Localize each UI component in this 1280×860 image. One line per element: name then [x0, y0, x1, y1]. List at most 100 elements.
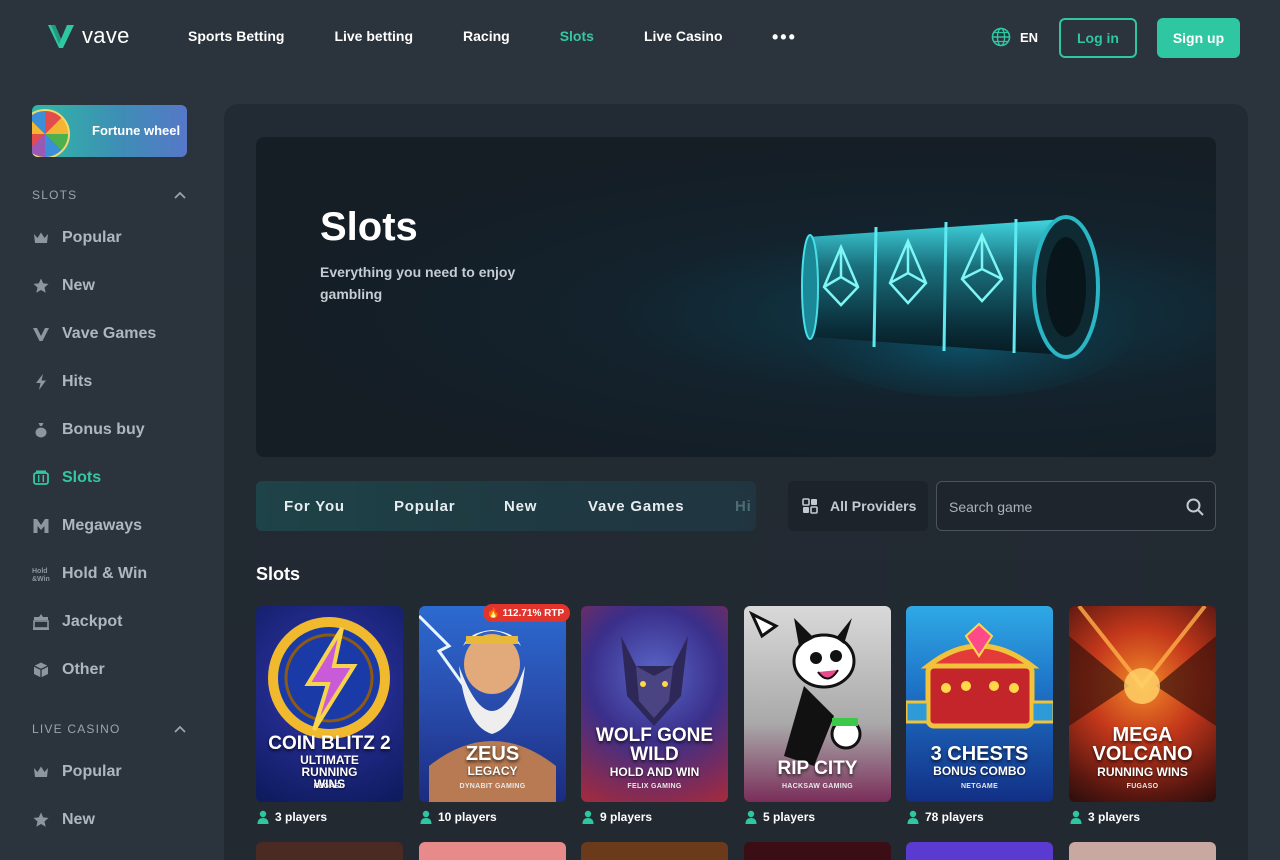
- sidebar-item-label: New: [62, 811, 95, 828]
- svg-text:&Win: &Win: [32, 576, 50, 583]
- vave-logo-icon: [48, 25, 74, 48]
- chevron-up-icon[interactable]: [174, 191, 186, 199]
- game-card-partial[interactable]: [419, 842, 566, 860]
- search-icon[interactable]: [1185, 497, 1205, 517]
- tab-for-you[interactable]: For You: [284, 498, 345, 515]
- sidebar-item-hits[interactable]: Hits: [32, 373, 92, 391]
- money-bag-icon: [35, 423, 47, 438]
- game-provider: NETGAME: [960, 783, 999, 790]
- game-title: WOLF GONE WILD: [595, 725, 714, 765]
- chevron-up-icon[interactable]: [174, 725, 186, 733]
- sidebar-item-live-popular[interactable]: Popular: [32, 763, 122, 781]
- star-icon: [33, 812, 49, 827]
- game-card-wolf-gone-wild[interactable]: WOLF GONE WILD HOLD AND WIN FELIX GAMING: [581, 606, 728, 802]
- sidebar-item-label: Hold & Win: [62, 565, 148, 582]
- game-card-partial[interactable]: [906, 842, 1053, 860]
- slot-machine-icon: [33, 470, 49, 485]
- signup-button[interactable]: Sign up: [1157, 18, 1240, 58]
- hero-subtitle: Everything you need to enjoy gambling: [320, 264, 516, 302]
- user-icon: [582, 810, 594, 824]
- category-tabs: For You Popular New Vave Games Hi: [256, 481, 756, 531]
- user-icon: [420, 810, 432, 824]
- slots-section-header[interactable]: SLOTS: [32, 188, 77, 202]
- fortune-wheel-banner[interactable]: Fortune wheel: [32, 105, 187, 157]
- fire-icon: 🔥: [487, 607, 500, 619]
- slots-hero-banner: Slots Everything you need to enjoy gambl…: [256, 137, 1216, 457]
- game-card-mega-volcano[interactable]: MEGA VOLCANO RUNNING WINS FUGASO: [1069, 606, 1216, 802]
- live-casino-section-header[interactable]: LIVE CASINO: [32, 722, 121, 736]
- game-card-coin-blitz-2[interactable]: COIN BLITZ 2 ULTIMATE RUNNING WINS FUGAS…: [256, 606, 403, 802]
- game-card-partial[interactable]: [581, 842, 728, 860]
- fortune-wheel-label: Fortune wheel: [92, 123, 181, 138]
- nav-racing[interactable]: Racing: [463, 28, 510, 44]
- globe-icon: [991, 27, 1011, 47]
- game-card-rip-city[interactable]: RIP CITY HACKSAW GAMING: [744, 606, 891, 802]
- tab-hits[interactable]: Hi: [735, 498, 752, 515]
- sidebar-item-label: Slots: [62, 469, 102, 486]
- all-providers-button[interactable]: All Providers: [788, 481, 928, 531]
- sidebar-item-label: Bonus buy: [62, 421, 145, 438]
- search-box[interactable]: [936, 481, 1216, 531]
- game-card-zeus-legacy[interactable]: ZEUS LEGACY DYNABIT GAMING: [419, 606, 566, 802]
- players-count: 3 players: [257, 810, 327, 824]
- sidebar-item-slots[interactable]: Slots: [32, 469, 101, 487]
- players-label: 10 players: [438, 810, 497, 824]
- sidebar-item-vave-games[interactable]: Vave Games: [32, 325, 156, 343]
- nav-live-betting[interactable]: Live betting: [334, 28, 413, 44]
- tab-vave-games[interactable]: Vave Games: [588, 498, 684, 515]
- nav-sports-betting[interactable]: Sports Betting: [188, 28, 284, 44]
- sidebar: Fortune wheel SLOTS Popular New Vave Gam…: [0, 76, 225, 860]
- game-provider: FELIX GAMING: [627, 783, 682, 790]
- more-menu-button[interactable]: •••: [772, 28, 797, 46]
- nav-slots[interactable]: Slots: [560, 28, 594, 44]
- sidebar-item-label: Vave Games: [62, 325, 157, 342]
- players-label: 3 players: [1088, 810, 1141, 824]
- vave-logo[interactable]: vave: [46, 22, 130, 50]
- section-title: Slots: [256, 564, 301, 584]
- sidebar-item-bonus-buy[interactable]: Bonus buy: [32, 421, 145, 439]
- game-provider: HACKSAW GAMING: [781, 783, 854, 790]
- search-input[interactable]: [949, 496, 1169, 518]
- sidebar-item-popular[interactable]: Popular: [32, 229, 122, 247]
- svg-text:Hold: Hold: [32, 568, 48, 575]
- players-count: 9 players: [582, 810, 652, 824]
- user-icon: [257, 810, 269, 824]
- megaways-icon: [33, 519, 49, 533]
- jackpot-icon: [33, 614, 49, 630]
- game-title: MEGA VOLCANO: [1092, 724, 1193, 765]
- star-icon: [33, 278, 49, 293]
- sidebar-item-label: Jackpot: [62, 613, 123, 630]
- game-card-partial[interactable]: [256, 842, 403, 860]
- sidebar-item-new[interactable]: New: [32, 277, 95, 295]
- vave-icon: [33, 328, 49, 341]
- user-icon: [907, 810, 919, 824]
- sidebar-item-jackpot[interactable]: Jackpot: [32, 613, 122, 631]
- sidebar-item-other[interactable]: Other: [32, 661, 105, 679]
- game-subtitle: LEGACY: [467, 764, 518, 778]
- sidebar-item-label: Other: [62, 661, 105, 678]
- tab-popular[interactable]: Popular: [394, 498, 455, 515]
- tab-new[interactable]: New: [504, 498, 537, 515]
- language-selector[interactable]: EN: [991, 27, 1038, 47]
- sidebar-item-live-new[interactable]: New: [32, 811, 95, 829]
- game-card-partial[interactable]: [744, 842, 891, 860]
- nav-live-casino[interactable]: Live Casino: [644, 28, 723, 44]
- players-count: 5 players: [745, 810, 815, 824]
- sidebar-item-label: Popular: [62, 229, 122, 246]
- game-title: RIP CITY: [777, 758, 858, 779]
- game-card-partial[interactable]: [1069, 842, 1216, 860]
- logo-text: vave: [82, 23, 130, 48]
- sidebar-item-label: Popular: [62, 763, 122, 780]
- players-label: 9 players: [600, 810, 653, 824]
- language-code: EN: [1020, 29, 1039, 45]
- players-count: 78 players: [907, 810, 984, 824]
- top-header: vave Sports Betting Live betting Racing …: [0, 0, 1280, 76]
- game-title: 3 CHESTS: [930, 743, 1029, 765]
- fortune-wheel-icon: [32, 109, 70, 157]
- game-card-3-chests[interactable]: 3 CHESTS BONUS COMBO NETGAME: [906, 606, 1053, 802]
- sidebar-item-hold-win[interactable]: Hold &Win Hold & Win: [32, 565, 147, 583]
- hold-win-icon: Hold&Win: [32, 568, 50, 583]
- sidebar-item-megaways[interactable]: Megaways: [32, 517, 142, 535]
- login-button[interactable]: Log in: [1059, 18, 1137, 58]
- players-count: 10 players: [420, 810, 497, 824]
